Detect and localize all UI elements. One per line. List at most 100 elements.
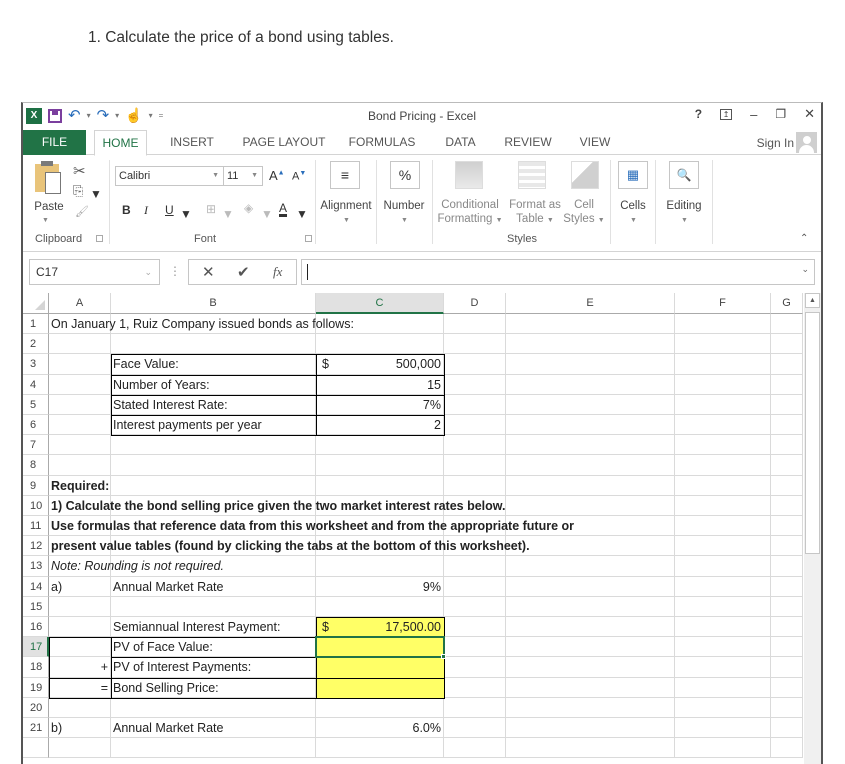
row-header-17[interactable]: 17 — [23, 637, 49, 658]
cell-c5[interactable]: 7% — [316, 398, 441, 412]
font-launcher-icon[interactable] — [305, 235, 312, 242]
close-icon[interactable]: ✕ — [804, 106, 815, 122]
column-header-c[interactable]: C — [316, 293, 444, 314]
scroll-up-arrow-icon[interactable]: ▲ — [805, 293, 820, 308]
cancel-entry-icon[interactable]: ✕ — [202, 263, 215, 281]
cell-c3[interactable]: 500,000 — [316, 357, 441, 371]
format-as-table-button[interactable]: Format as Table ▼ — [507, 198, 563, 228]
tab-view[interactable]: VIEW — [575, 130, 615, 155]
bold-button[interactable]: B — [122, 203, 131, 217]
tab-insert[interactable]: INSERT — [163, 130, 221, 155]
cell-b3[interactable]: Face Value: — [113, 357, 179, 371]
cell-a13[interactable]: Note: Rounding is not required. — [51, 559, 224, 573]
editing-dropdown-icon[interactable]: ▼ — [681, 214, 688, 228]
cell-c6[interactable]: 2 — [316, 418, 441, 432]
select-all-button[interactable] — [23, 293, 49, 314]
active-cell-c17[interactable] — [315, 636, 445, 659]
fill-color-dropdown-icon[interactable]: ▼ — [261, 207, 273, 221]
conditional-formatting-button[interactable]: Conditional Formatting ▼ — [435, 198, 505, 228]
row-header-1[interactable]: 1 — [23, 314, 49, 335]
font-color-button[interactable]: A — [279, 201, 287, 215]
cell-styles-icon[interactable] — [571, 161, 599, 189]
column-header-a[interactable]: A — [49, 293, 111, 314]
row-header-5[interactable]: 5 — [23, 394, 49, 415]
row-header-2[interactable]: 2 — [23, 334, 49, 355]
cells-button[interactable]: Cells — [613, 199, 653, 213]
alignment-button[interactable]: Alignment — [317, 199, 375, 213]
cut-icon[interactable]: ✂ — [73, 162, 86, 180]
worksheet-grid[interactable]: A B C D E F G 1 2 3 4 5 6 7 8 9 10 11 12 13 14 15 16 17 18 19 20 21… — [23, 293, 803, 764]
cell-b6[interactable]: Interest payments per year — [113, 418, 262, 432]
column-header-g[interactable]: G — [771, 293, 803, 314]
format-painter-icon[interactable]: 🖌 — [75, 205, 89, 218]
column-header-b[interactable]: B — [111, 293, 316, 314]
row-header-7[interactable]: 7 — [23, 435, 49, 456]
cell-b5[interactable]: Stated Interest Rate: — [113, 398, 228, 412]
row-header[interactable] — [23, 738, 49, 759]
tab-data[interactable]: DATA — [438, 130, 483, 155]
conditional-formatting-icon[interactable] — [455, 161, 483, 189]
font-name-select[interactable]: Calibri ▼ — [115, 166, 224, 186]
cell-a11[interactable]: Use formulas that reference data from th… — [51, 519, 574, 533]
paste-icon[interactable] — [35, 164, 61, 194]
cell-b16[interactable]: Semiannual Interest Payment: — [113, 620, 280, 634]
alignment-icon[interactable]: ≡ — [330, 161, 360, 189]
grow-font-button[interactable]: A▲ — [269, 168, 285, 183]
italic-button[interactable]: I — [144, 203, 148, 218]
editing-button[interactable]: Editing — [659, 199, 709, 213]
column-header-f[interactable]: F — [675, 293, 771, 314]
column-header-e[interactable]: E — [506, 293, 675, 314]
cell-styles-button[interactable]: Cell Styles ▼ — [563, 198, 605, 228]
cell-a9[interactable]: Required: — [51, 479, 109, 493]
row-header-20[interactable]: 20 — [23, 697, 49, 718]
insert-function-icon[interactable]: fx — [273, 264, 282, 280]
row-header-15[interactable]: 15 — [23, 596, 49, 617]
borders-dropdown-icon[interactable]: ▼ — [222, 207, 234, 221]
cell-c16[interactable]: 17,500.00 — [316, 620, 441, 634]
font-color-dropdown-icon[interactable]: ▼ — [296, 207, 308, 221]
tab-home[interactable]: HOME — [94, 130, 147, 156]
clipboard-launcher-icon[interactable] — [96, 235, 103, 242]
copy-dropdown-icon[interactable]: ▼ — [90, 187, 102, 201]
help-icon[interactable]: ? — [695, 107, 702, 121]
collapse-ribbon-icon[interactable]: ⌃ — [800, 232, 808, 246]
cell-c14[interactable]: 9% — [316, 580, 441, 594]
cells-dropdown-icon[interactable]: ▼ — [630, 214, 637, 228]
row-header-14[interactable]: 14 — [23, 576, 49, 597]
number-dropdown-icon[interactable]: ▼ — [401, 214, 408, 228]
fill-color-icon[interactable]: ◈ — [244, 201, 253, 215]
row-header-8[interactable]: 8 — [23, 455, 49, 476]
copy-icon[interactable]: ⎘ — [73, 183, 83, 199]
cell-a10[interactable]: 1) Calculate the bond selling price give… — [51, 499, 506, 513]
cell-c4[interactable]: 15 — [316, 378, 441, 392]
row-header-10[interactable]: 10 — [23, 495, 49, 516]
underline-dropdown-icon[interactable]: ▼ — [180, 207, 192, 221]
row-header-16[interactable]: 16 — [23, 617, 49, 638]
row-header-9[interactable]: 9 — [23, 475, 49, 496]
cell-c21[interactable]: 6.0% — [316, 721, 442, 735]
font-size-select[interactable]: 11 ▼ — [223, 166, 263, 186]
paste-button[interactable]: Paste — [33, 200, 65, 214]
sign-in-button[interactable]: Sign In — [757, 130, 817, 155]
cell-a14[interactable]: a) — [51, 580, 62, 594]
fill-handle[interactable] — [441, 654, 446, 660]
borders-icon[interactable]: ⊞ — [206, 202, 216, 216]
name-box[interactable]: C17 ⌄ — [29, 259, 160, 285]
cell-b18[interactable]: PV of Interest Payments: — [113, 660, 251, 674]
vertical-scrollbar[interactable]: ▲ — [804, 293, 821, 764]
cell-b19[interactable]: Bond Selling Price: — [113, 681, 219, 695]
confirm-entry-icon[interactable]: ✔ — [237, 263, 250, 281]
row-header-4[interactable]: 4 — [23, 374, 49, 395]
tab-file[interactable]: FILE — [23, 130, 86, 155]
cell-b4[interactable]: Number of Years: — [113, 378, 210, 392]
cell-a1[interactable]: On January 1, Ruiz Company issued bonds … — [51, 317, 354, 331]
row-header-21[interactable]: 21 — [23, 718, 49, 739]
row-header-12[interactable]: 12 — [23, 536, 49, 557]
paste-dropdown-icon[interactable]: ▼ — [42, 214, 49, 228]
cell-b21[interactable]: Annual Market Rate — [113, 721, 223, 735]
cells-icon[interactable]: ▦ — [618, 161, 648, 189]
formula-bar-grip[interactable]: ⋮ — [169, 264, 181, 278]
binoculars-icon[interactable]: 🔍 — [669, 161, 699, 189]
row-header-6[interactable]: 6 — [23, 415, 49, 436]
cell-a21[interactable]: b) — [51, 721, 62, 735]
